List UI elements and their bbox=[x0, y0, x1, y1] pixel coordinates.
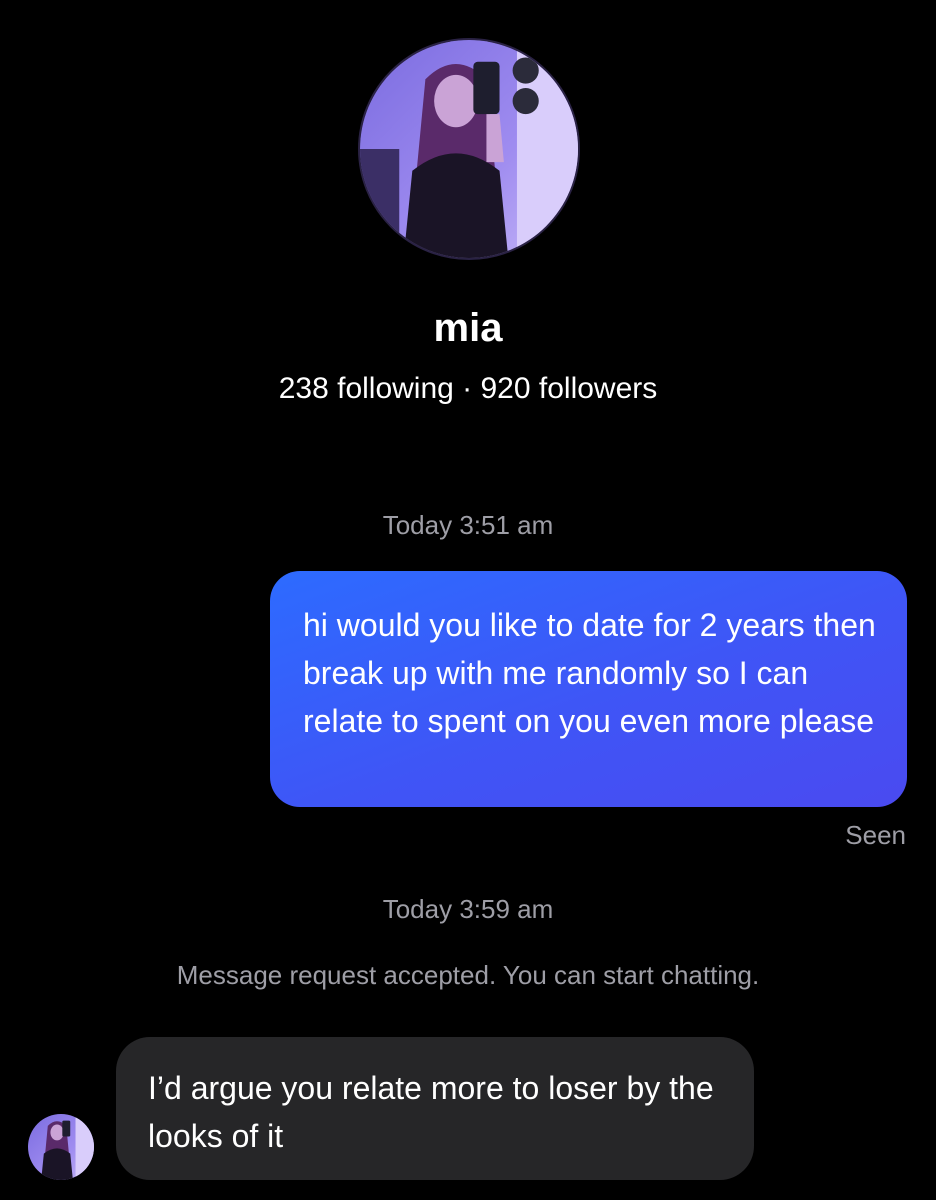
sender-avatar[interactable] bbox=[28, 1114, 94, 1180]
profile-name: mia bbox=[433, 306, 503, 350]
sent-message-bubble[interactable]: hi would you like to date for 2 years th… bbox=[270, 571, 907, 807]
timestamp: Today 3:51 am bbox=[382, 510, 554, 540]
system-notice: Message request accepted. You can start … bbox=[176, 960, 760, 990]
timestamp: Today 3:59 am bbox=[382, 894, 554, 924]
profile-avatar[interactable] bbox=[358, 38, 580, 260]
profile-stats: 238 following · 920 followers bbox=[278, 372, 658, 405]
profile-photo-icon bbox=[360, 40, 578, 258]
seen-status: Seen bbox=[845, 820, 906, 850]
received-message-bubble[interactable]: I’d argue you relate more to loser by th… bbox=[116, 1037, 754, 1180]
profile-photo-icon bbox=[28, 1114, 94, 1180]
